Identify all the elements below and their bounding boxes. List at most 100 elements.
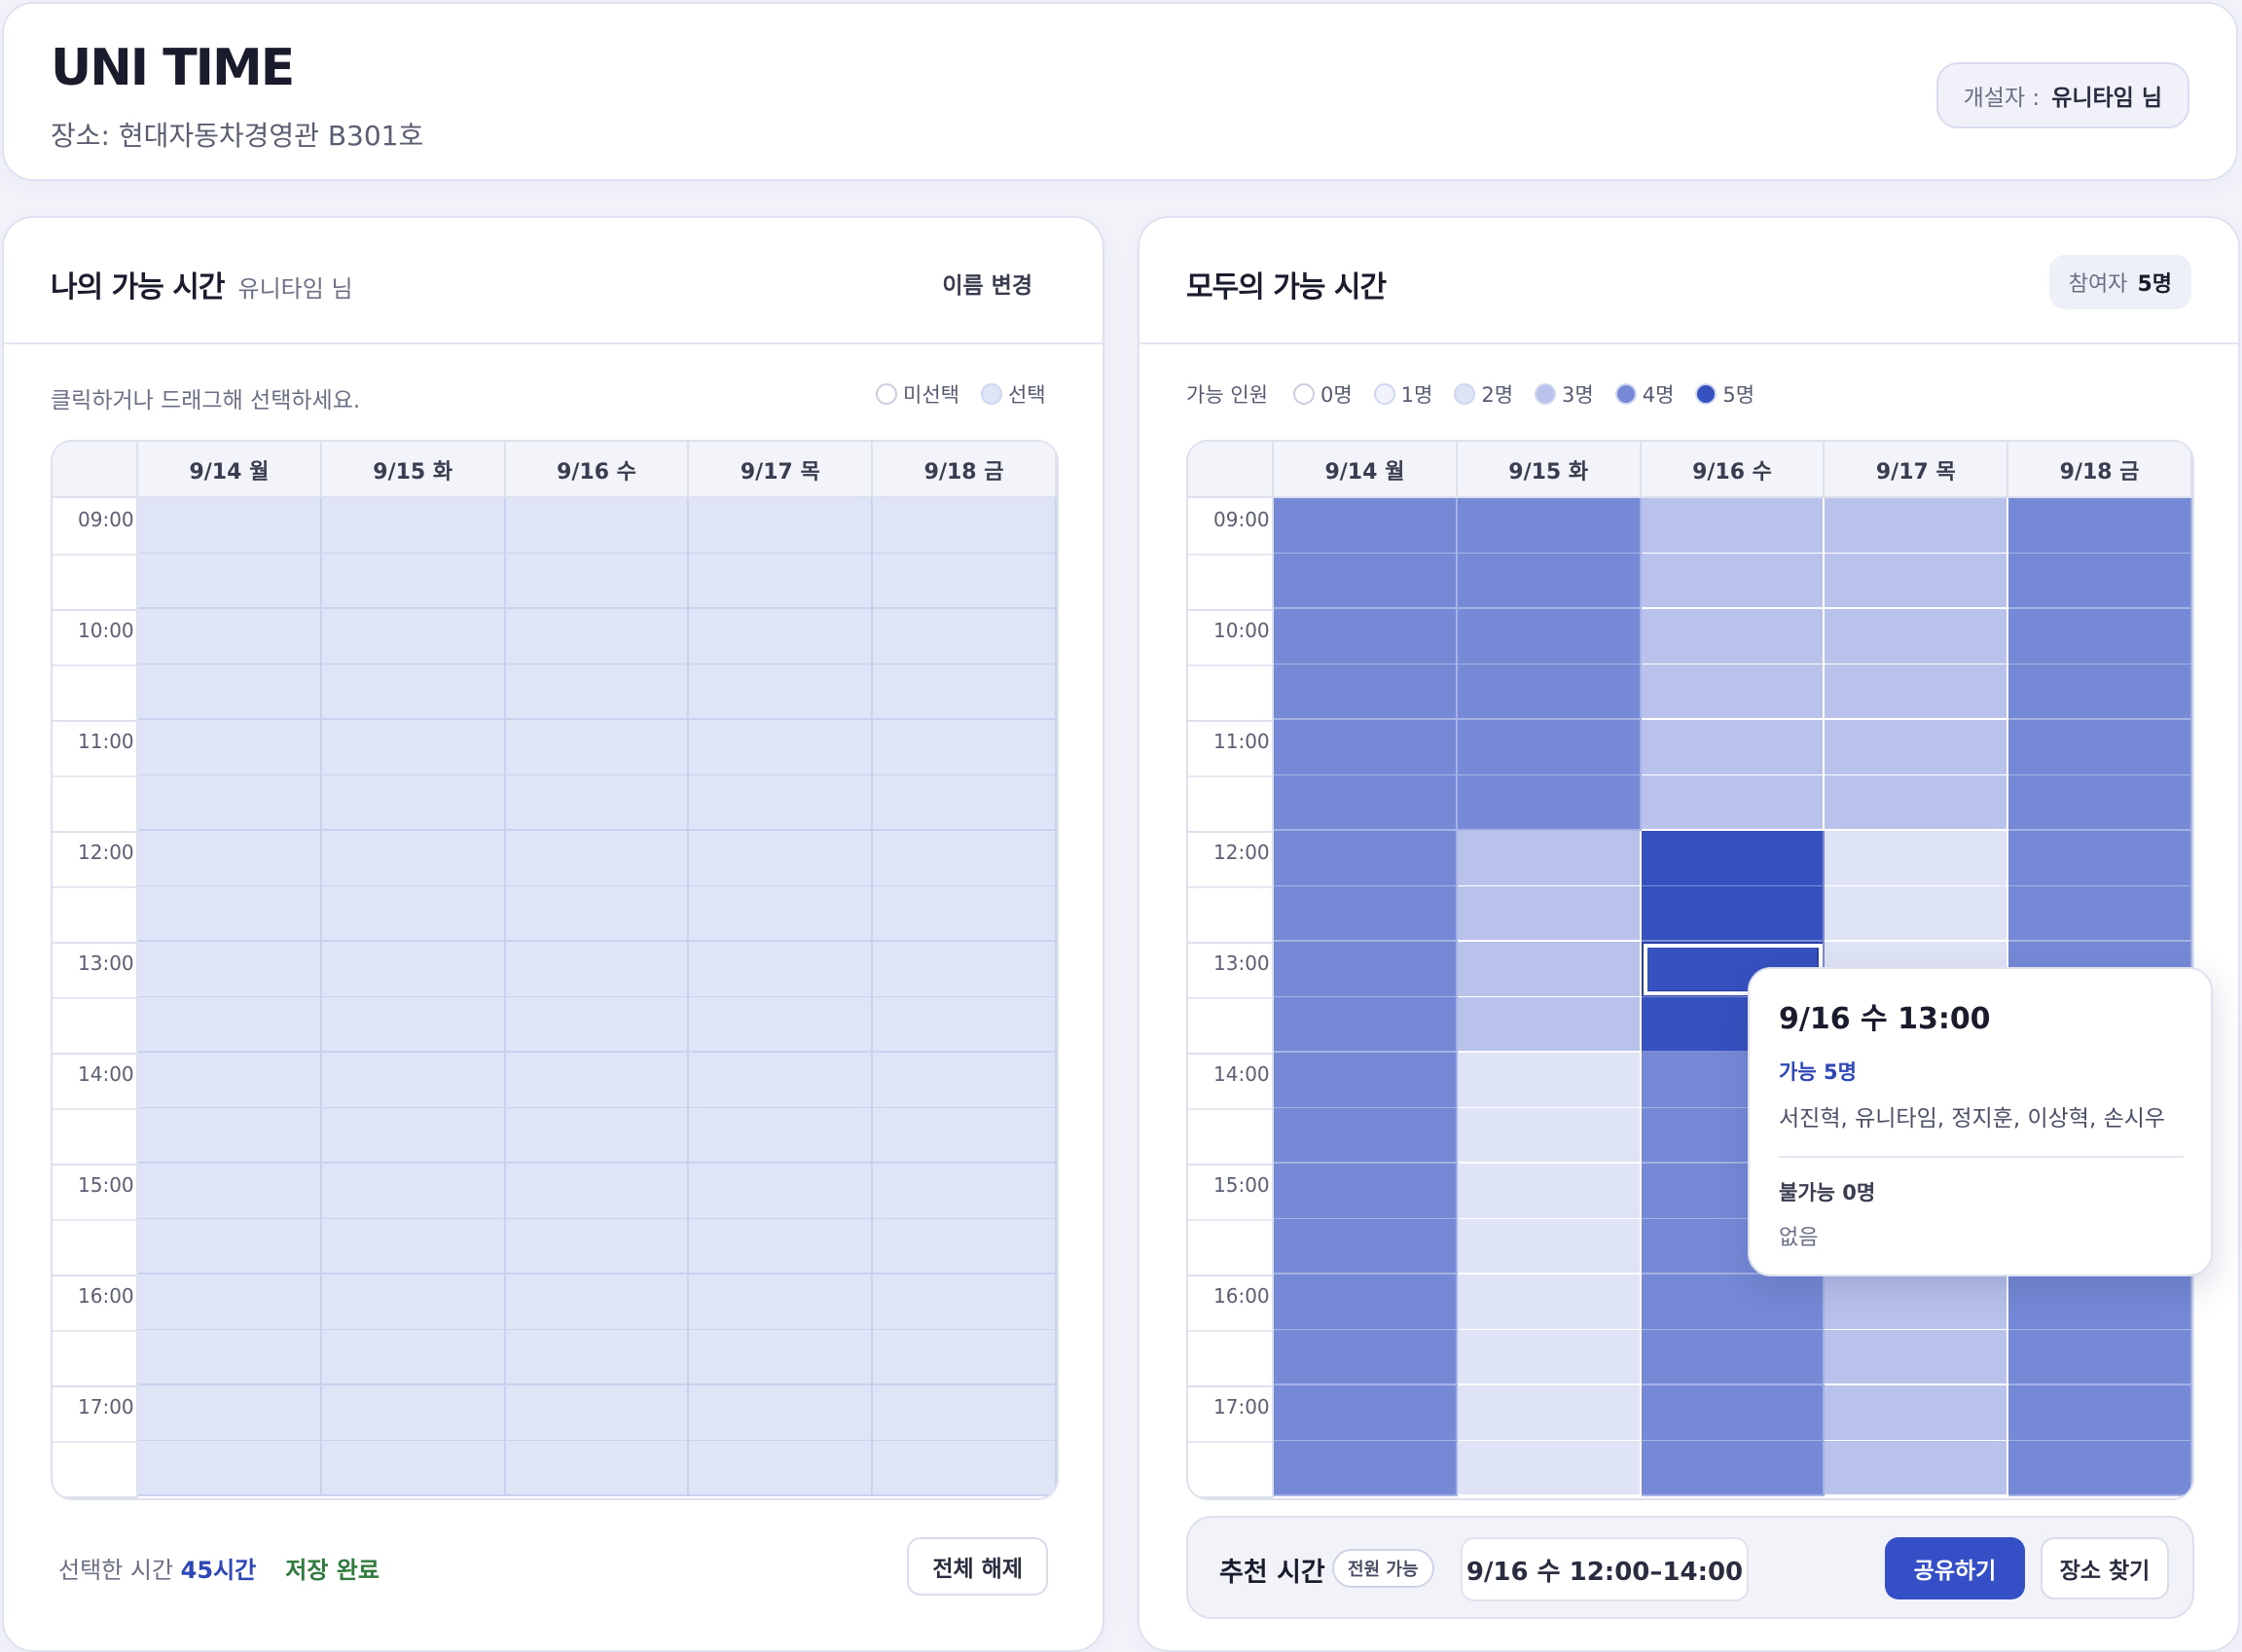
my-time-slot[interactable] [505, 775, 690, 831]
my-time-slot[interactable] [505, 831, 690, 886]
group-time-slot[interactable] [1825, 720, 2009, 775]
my-time-slot[interactable] [321, 942, 506, 997]
my-time-slot[interactable] [873, 498, 1057, 554]
group-time-slot[interactable] [1274, 1330, 1458, 1385]
group-time-slot[interactable] [1274, 1219, 1458, 1275]
my-time-slot[interactable] [321, 720, 506, 775]
my-time-slot[interactable] [138, 1275, 322, 1330]
group-time-slot[interactable] [1457, 609, 1642, 664]
group-time-slot[interactable] [1274, 498, 1458, 554]
group-time-slot[interactable] [1274, 554, 1458, 609]
my-time-slot[interactable] [321, 1108, 506, 1164]
my-time-slot[interactable] [505, 1441, 690, 1496]
my-time-slot[interactable] [873, 1441, 1057, 1496]
group-time-slot[interactable] [1825, 1330, 2009, 1385]
group-time-slot[interactable] [1457, 775, 1642, 831]
group-time-slot[interactable] [1825, 1275, 2009, 1330]
my-time-slot[interactable] [505, 664, 690, 720]
group-time-slot[interactable] [1641, 886, 1826, 942]
group-time-slot[interactable] [1641, 720, 1826, 775]
my-time-slot[interactable] [321, 1385, 506, 1441]
my-time-slot[interactable] [321, 1330, 506, 1385]
group-time-slot[interactable] [1274, 831, 1458, 886]
my-time-slot[interactable] [138, 831, 322, 886]
my-time-slot[interactable] [505, 1275, 690, 1330]
my-time-slot[interactable] [321, 609, 506, 664]
group-time-slot[interactable] [1457, 831, 1642, 886]
group-time-slot[interactable] [1457, 1108, 1642, 1164]
my-time-slot[interactable] [689, 609, 874, 664]
my-time-slot[interactable] [138, 498, 322, 554]
group-time-slot[interactable] [1274, 775, 1458, 831]
group-time-slot[interactable] [2008, 775, 2192, 831]
my-time-slot[interactable] [505, 1219, 690, 1275]
my-time-slot[interactable] [505, 1385, 690, 1441]
group-time-slot[interactable] [1457, 1219, 1642, 1275]
group-time-slot[interactable] [1825, 554, 2009, 609]
my-time-slot[interactable] [689, 1108, 874, 1164]
my-time-slot[interactable] [873, 1053, 1057, 1108]
my-time-grid[interactable]: 9/14 월 9/15 화 9/16 수 9/17 목 9/18 금 09:00 10:00… [51, 440, 1059, 1500]
my-time-slot[interactable] [873, 1385, 1057, 1441]
group-time-slot[interactable] [1457, 554, 1642, 609]
my-time-slot[interactable] [138, 886, 322, 942]
my-time-slot[interactable] [138, 1219, 322, 1275]
group-time-slot[interactable] [2008, 1330, 2192, 1385]
group-time-slot[interactable] [1274, 1441, 1458, 1496]
group-time-slot[interactable] [2008, 554, 2192, 609]
my-time-slot[interactable] [505, 554, 690, 609]
group-time-slot[interactable] [1825, 498, 2009, 554]
my-time-slot[interactable] [505, 942, 690, 997]
my-time-slot[interactable] [505, 997, 690, 1053]
group-time-slot[interactable] [1457, 1053, 1642, 1108]
group-time-slot[interactable] [1641, 1441, 1826, 1496]
my-time-slot[interactable] [321, 775, 506, 831]
group-time-slot[interactable] [1457, 942, 1642, 997]
group-time-slot[interactable] [1274, 1385, 1458, 1441]
group-time-slot[interactable] [1641, 664, 1826, 720]
my-time-slot[interactable] [321, 997, 506, 1053]
my-time-slot[interactable] [321, 831, 506, 886]
my-time-slot[interactable] [505, 886, 690, 942]
share-button[interactable]: 공유하기 [1885, 1537, 2025, 1599]
group-time-slot[interactable] [1825, 1441, 2009, 1496]
my-time-slot[interactable] [138, 664, 322, 720]
my-time-slot[interactable] [138, 942, 322, 997]
my-time-slot[interactable] [321, 554, 506, 609]
group-time-slot[interactable] [1825, 664, 2009, 720]
my-time-slot[interactable] [138, 1441, 322, 1496]
group-time-slot[interactable] [1457, 1164, 1642, 1219]
group-time-slot[interactable] [1641, 1275, 1826, 1330]
my-time-slot[interactable] [873, 997, 1057, 1053]
my-time-slot[interactable] [873, 942, 1057, 997]
group-time-slot[interactable] [1274, 1053, 1458, 1108]
my-time-slot[interactable] [505, 1164, 690, 1219]
group-time-slot[interactable] [2008, 498, 2192, 554]
group-time-slot[interactable] [1641, 831, 1826, 886]
group-time-slot[interactable] [1274, 1108, 1458, 1164]
group-time-slot[interactable] [2008, 831, 2192, 886]
group-time-slot[interactable] [1457, 1330, 1642, 1385]
my-time-slot[interactable] [689, 1385, 874, 1441]
group-time-slot[interactable] [1457, 1385, 1642, 1441]
my-time-slot[interactable] [689, 1164, 874, 1219]
my-time-slot[interactable] [138, 1164, 322, 1219]
group-time-slot[interactable] [1274, 1164, 1458, 1219]
my-time-slot[interactable] [505, 1053, 690, 1108]
my-time-slot[interactable] [689, 1275, 874, 1330]
group-time-slot[interactable] [1457, 1441, 1642, 1496]
my-time-slot[interactable] [873, 886, 1057, 942]
group-time-slot[interactable] [1274, 942, 1458, 997]
my-time-slot[interactable] [689, 664, 874, 720]
group-time-slot[interactable] [1641, 554, 1826, 609]
my-time-slot[interactable] [138, 1385, 322, 1441]
group-time-slot[interactable] [1274, 1275, 1458, 1330]
my-time-slot[interactable] [321, 1275, 506, 1330]
my-time-slot[interactable] [321, 1441, 506, 1496]
group-time-slot[interactable] [2008, 720, 2192, 775]
my-time-slot[interactable] [873, 1164, 1057, 1219]
group-time-slot[interactable] [1641, 498, 1826, 554]
my-time-slot[interactable] [873, 831, 1057, 886]
group-time-slot[interactable] [2008, 1441, 2192, 1496]
my-time-slot[interactable] [321, 664, 506, 720]
